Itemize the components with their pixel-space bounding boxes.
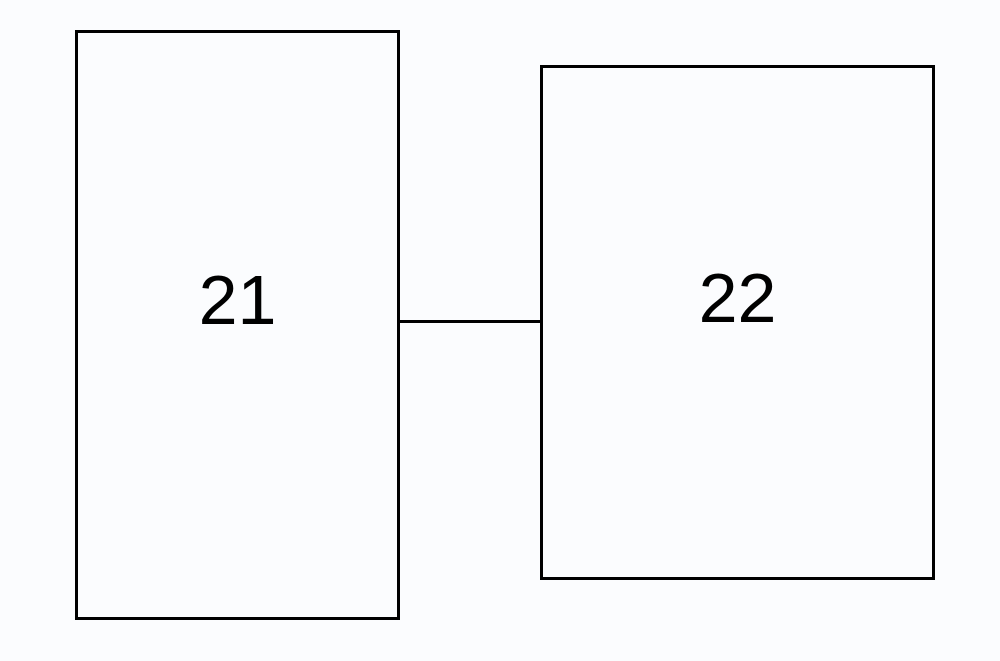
diagram-box-left-label: 21 [199, 260, 277, 340]
diagram-box-right: 22 [540, 65, 935, 580]
diagram-connector [400, 320, 540, 323]
diagram-box-right-label: 22 [699, 258, 777, 338]
diagram-box-left: 21 [75, 30, 400, 620]
